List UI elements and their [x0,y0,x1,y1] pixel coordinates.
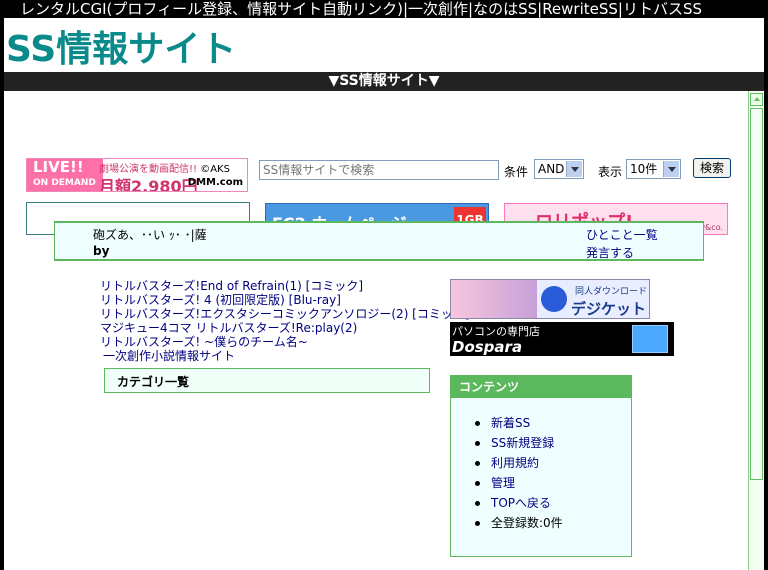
hitokoto-list-link[interactable]: ひとこと一覧 [586,226,658,243]
link-ritobasu-ss[interactable]: リトバスSS [623,0,702,18]
ad-banner-digiket[interactable]: 同人ダウンロード デジケット [450,279,650,319]
chevron-down-icon [663,161,679,177]
content-area: LIVE!! ON DEMAND 劇場公演を動画配信!! ©AKS 月額2,98… [4,91,748,570]
ad-live-brand: LIVE!! [33,158,84,176]
link-rental-cgi[interactable]: レンタルCGI(プロフィール登録、情報サイト自動リンク) [20,0,403,18]
ad-dospara-brand: Dospara [452,338,523,356]
scrollbar[interactable] [748,91,764,570]
product-link[interactable]: マジキュー4コマ リトルバスターズ!Re:play(2) [100,321,470,335]
product-link[interactable]: リトルバスターズ! 4 (初回限定版) [Blu-ray] [100,293,470,307]
ad-live-sub: ON DEMAND [33,178,96,188]
ad-digiket-small: 同人ダウンロード [575,287,648,297]
menu-item-terms[interactable]: 利用規約 [475,453,563,473]
product-link[interactable]: リトルバスターズ! ~僕らのチーム名~ [100,335,470,349]
ad-digiket-badge [541,286,567,312]
menu-item-new-ss[interactable]: 新着SS [475,413,563,433]
hitokoto-by: by [93,244,110,258]
display-select-value: 10件 [630,162,658,176]
menu-item-admin[interactable]: 管理 [475,473,563,493]
link-rewrite-ss[interactable]: RewriteSS [542,0,618,18]
link-nanoha-ss[interactable]: なのはSS [473,0,537,18]
product-link-list: リトルバスターズ!End of Refrain(1) [コミック] リトルバスタ… [100,279,470,363]
category-title: カテゴリ一覧 [117,375,190,389]
menu-item-total-count: 全登録数:0件 [475,513,563,533]
hitokoto-box: 砲ズあ、･･い ｯ･ ･|薩 by ひとこと一覧 発言する [54,221,704,261]
condition-select[interactable]: AND [534,159,584,179]
site-title[interactable]: SS情報サイト [6,20,236,72]
ad-live-price: 月額2,980円 [99,177,198,192]
navbar[interactable]: ▼SS情報サイト▼ [4,72,764,91]
monitor-icon [632,325,668,353]
category-box: カテゴリ一覧 [104,368,430,393]
ad-live-copyright: ©AKS [200,164,230,175]
contents-menu: コンテンツ 新着SS SS新規登録 利用規約 管理 TOPへ戻る 全登録数:0件 [450,375,632,557]
ad-banner-dospara[interactable]: パソコンの専門店 Dospara [450,322,674,356]
original-fiction-link[interactable]: 一次創作小説情報サイト [100,349,470,363]
display-select[interactable]: 10件 [626,159,681,179]
menu-item-register-ss[interactable]: SS新規登録 [475,433,563,453]
ad-dospara-top: パソコンの専門店 [452,325,540,338]
display-label: 表示 [598,165,623,179]
contents-menu-title: コンテンツ [451,376,631,398]
scroll-thumb[interactable] [750,108,763,480]
ad-live-provider: DMM.com [187,177,243,188]
product-link[interactable]: リトルバスターズ!エクスタシーコミックアンソロジー(2) [コミック] [100,307,470,321]
scroll-up-icon[interactable] [750,93,763,106]
search-input[interactable] [259,160,499,180]
menu-item-top[interactable]: TOPへ戻る [475,493,563,513]
ad-live-text: 劇場公演を動画配信!! ©AKS 月額2,980円 DMM.com [99,160,247,192]
ad-digiket-image [451,280,537,318]
ad-banner-live[interactable]: LIVE!! ON DEMAND 劇場公演を動画配信!! ©AKS 月額2,98… [26,158,248,192]
product-link[interactable]: リトルバスターズ!End of Refrain(1) [コミック] [100,279,470,293]
contents-menu-list: 新着SS SS新規登録 利用規約 管理 TOPへ戻る 全登録数:0件 [475,413,563,533]
search-button[interactable]: 検索 [693,158,731,178]
hitokoto-message: 砲ズあ、･･い ｯ･ ･|薩 [93,228,207,242]
page: SS情報サイト ▼SS情報サイト▼ LIVE!! ON DEMAND 劇場公演を… [4,18,764,570]
chevron-down-icon [566,161,582,177]
link-original-creation[interactable]: 一次創作 [408,0,468,18]
hitokoto-post-link[interactable]: 発言する [586,244,634,261]
ad-live-logo: LIVE!! ON DEMAND [27,159,103,191]
condition-select-value: AND [538,162,565,176]
top-link-bar: レンタルCGI(プロフィール登録、情報サイト自動リンク)|一次創作|なのはSS|… [0,0,768,18]
ad-digiket-logo: デジケット [571,300,647,318]
condition-label: 条件 [504,165,529,179]
